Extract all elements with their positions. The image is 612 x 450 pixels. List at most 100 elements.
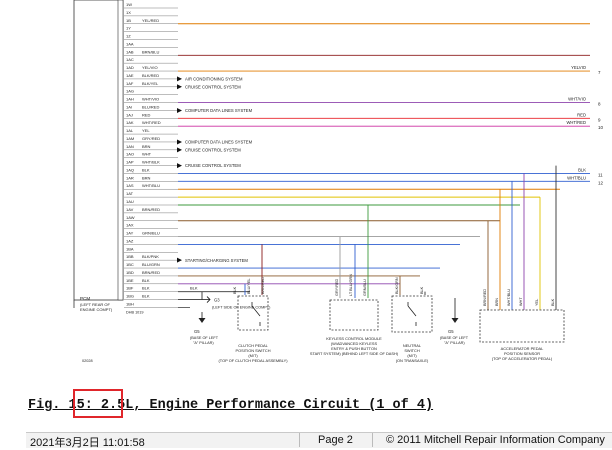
pcm-pin-label: 1AO [126,152,134,157]
wire-color-label: BLU/GRN [142,262,160,267]
pcm-pin-label: 1AA [126,41,134,46]
connector-code: DHB 1019 [126,310,144,314]
pcm-pin-label: 1AN [126,144,134,149]
accelerator-sensor-box [479,309,565,343]
system-arrow-icon [177,107,182,113]
vertical-wire-label: WHT/BLU [507,289,511,306]
pcm-pin-label: 1B [126,18,131,23]
wire-color-label: YEL/RED [142,18,159,23]
neutral-switch-box [391,295,433,333]
vertical-wire-label: BLK/GRN [395,277,399,294]
pcm-pin-label: 1AX [126,223,134,228]
system-arrow-icon [177,76,182,82]
wire-color-label: RED [142,112,151,117]
right-wire-number: 10 [598,125,604,130]
footer-separator [299,433,300,447]
keyless-module-box [329,299,379,331]
vertical-wire-label: BLK [420,286,424,294]
pcm-pin-label: 1Y [126,26,131,31]
vertical-wire-label: GRN/BLU [363,279,367,296]
vertical-wire-label: LT BLU/GRN [349,274,353,296]
wire-color-label: WHT/RED [142,120,161,125]
right-wire-label: WHT/RED [566,120,586,125]
pcm-pin-label: 1AR [126,175,134,180]
right-wire-number: 11 [598,172,603,177]
wire-color-label: YEL [142,128,150,133]
pcm-pin-label: 1AV [126,207,134,212]
pcm-label: PCM [80,296,90,301]
system-arrow-label: STARTING/CHARGING SYSTEM [185,258,248,263]
system-arrow-icon [177,257,182,263]
wire-color-label: BLK [142,167,150,172]
pcm-pin-label: 1AY [126,231,134,236]
pcm-pin-label: 1AS [126,183,134,188]
vertical-wire-label: GRY/RED [335,279,339,296]
component-label: (TOP OF ACCELERATOR PEDAL) [492,356,553,361]
pcm-label-detail: ENGINE COMPT) [80,307,113,312]
system-arrow-icon [177,84,182,90]
wire-color-label: BRN [142,144,151,149]
pcm-pin-label: 1W [126,2,132,7]
wire-color-label: BRN/RED [142,207,160,212]
system-arrow-label: AIR CONDITIONING SYSTEM [185,77,243,82]
pcm-pin-label: 1AE [126,73,134,78]
right-wire-label: YELVIO [571,65,587,70]
pcm-pin-label: 1BD [126,270,134,275]
ground-note: G3 [214,298,220,303]
wire-color-label: WHT/VIO [142,97,159,102]
wire-color-label: BRN/RED [142,270,160,275]
footer-page: Page 2 [318,434,353,446]
footer-bar: 2021年3月2日 11:01:58 Page 2 © 2011 Mitchel… [26,432,612,449]
wire-color-label: BLK/YEL [142,81,159,86]
right-wire-number: 8 [598,102,601,107]
wire-color-label: BLU/RED [142,104,159,109]
pcm-pin-label: 1BF [126,286,134,291]
vertical-wire-label: BRN [495,298,499,306]
wire-color-label: BLK [142,286,150,291]
right-wire-label: BLK [578,167,586,172]
pcm-pin-label: 1AI [126,104,132,109]
pcm-pin-label: 1AZ [126,238,134,243]
ground-g5a-icon [198,318,206,323]
pcm-pin-label: 1AD [126,65,134,70]
pcm-pin-label: 1BA [126,246,134,251]
footer-copyright: © 2011 Mitchell Repair Information Compa… [386,434,605,446]
system-arrow-label: COMPUTER DATA LINES SYSTEM [185,108,253,113]
footer-separator [372,433,373,447]
ground-label-detail: "A" PILLAR) [444,341,465,345]
pcm-pin-label: 1AF [126,81,134,86]
right-wire-number: 7 [598,70,601,75]
wiring-diagram: 1W 1X 1B YEL/RED 1Y 1Z 1AA 1AB BRN/BLU 1AC 1AD YEL/… [73,0,604,363]
vertical-wire-label: BRN/RED [483,289,487,306]
ground-label-detail: "A" PILLAR) [193,341,214,345]
ground-label: G5 [448,329,454,334]
pcm-pin-label: 1BB [126,254,134,259]
wire-color-label: BRN/BLU [142,49,159,54]
wire-color-label: WHT [142,152,152,157]
system-arrow-label: CRUISE CONTROL SYSTEM [185,163,241,168]
wire-color-label: WHT/BLK [142,160,160,165]
pcm-pin-label: 1AB [126,49,134,54]
footer-datetime: 2021年3月2日 11:01:58 [30,437,145,449]
switch-contact-icon [407,302,417,326]
pcm-pin-strip [117,0,124,301]
vertical-wire-label: YEL [535,299,539,306]
wire-color-label: BLK [142,278,150,283]
wire-color-label: BRN [142,175,151,180]
pcm-pin-label: 1Z [126,34,131,39]
wire-color-label: WHT/BLU [142,183,160,188]
pcm-pin-label: 1AU [126,199,134,204]
ground-g5b-icon [451,318,459,323]
ground-label: G5 [194,329,200,334]
ground-label-detail: (BASE OF LEFT [190,336,219,340]
pcm-pin-label: 1AW [126,215,135,220]
pcm-pin-label: 1AK [126,120,134,125]
pcm-pin-label: 1AG [126,89,134,94]
pcm-pin-label: 1AJ [126,112,133,117]
system-arrow-icon [177,139,182,145]
pcm-pin-label: 1BE [126,278,134,283]
right-wire-number: 9 [598,117,601,122]
vertical-wire-label: BLK [233,286,237,294]
pcm-pin-label: 1AC [126,57,134,62]
system-arrow-icon [177,163,182,169]
